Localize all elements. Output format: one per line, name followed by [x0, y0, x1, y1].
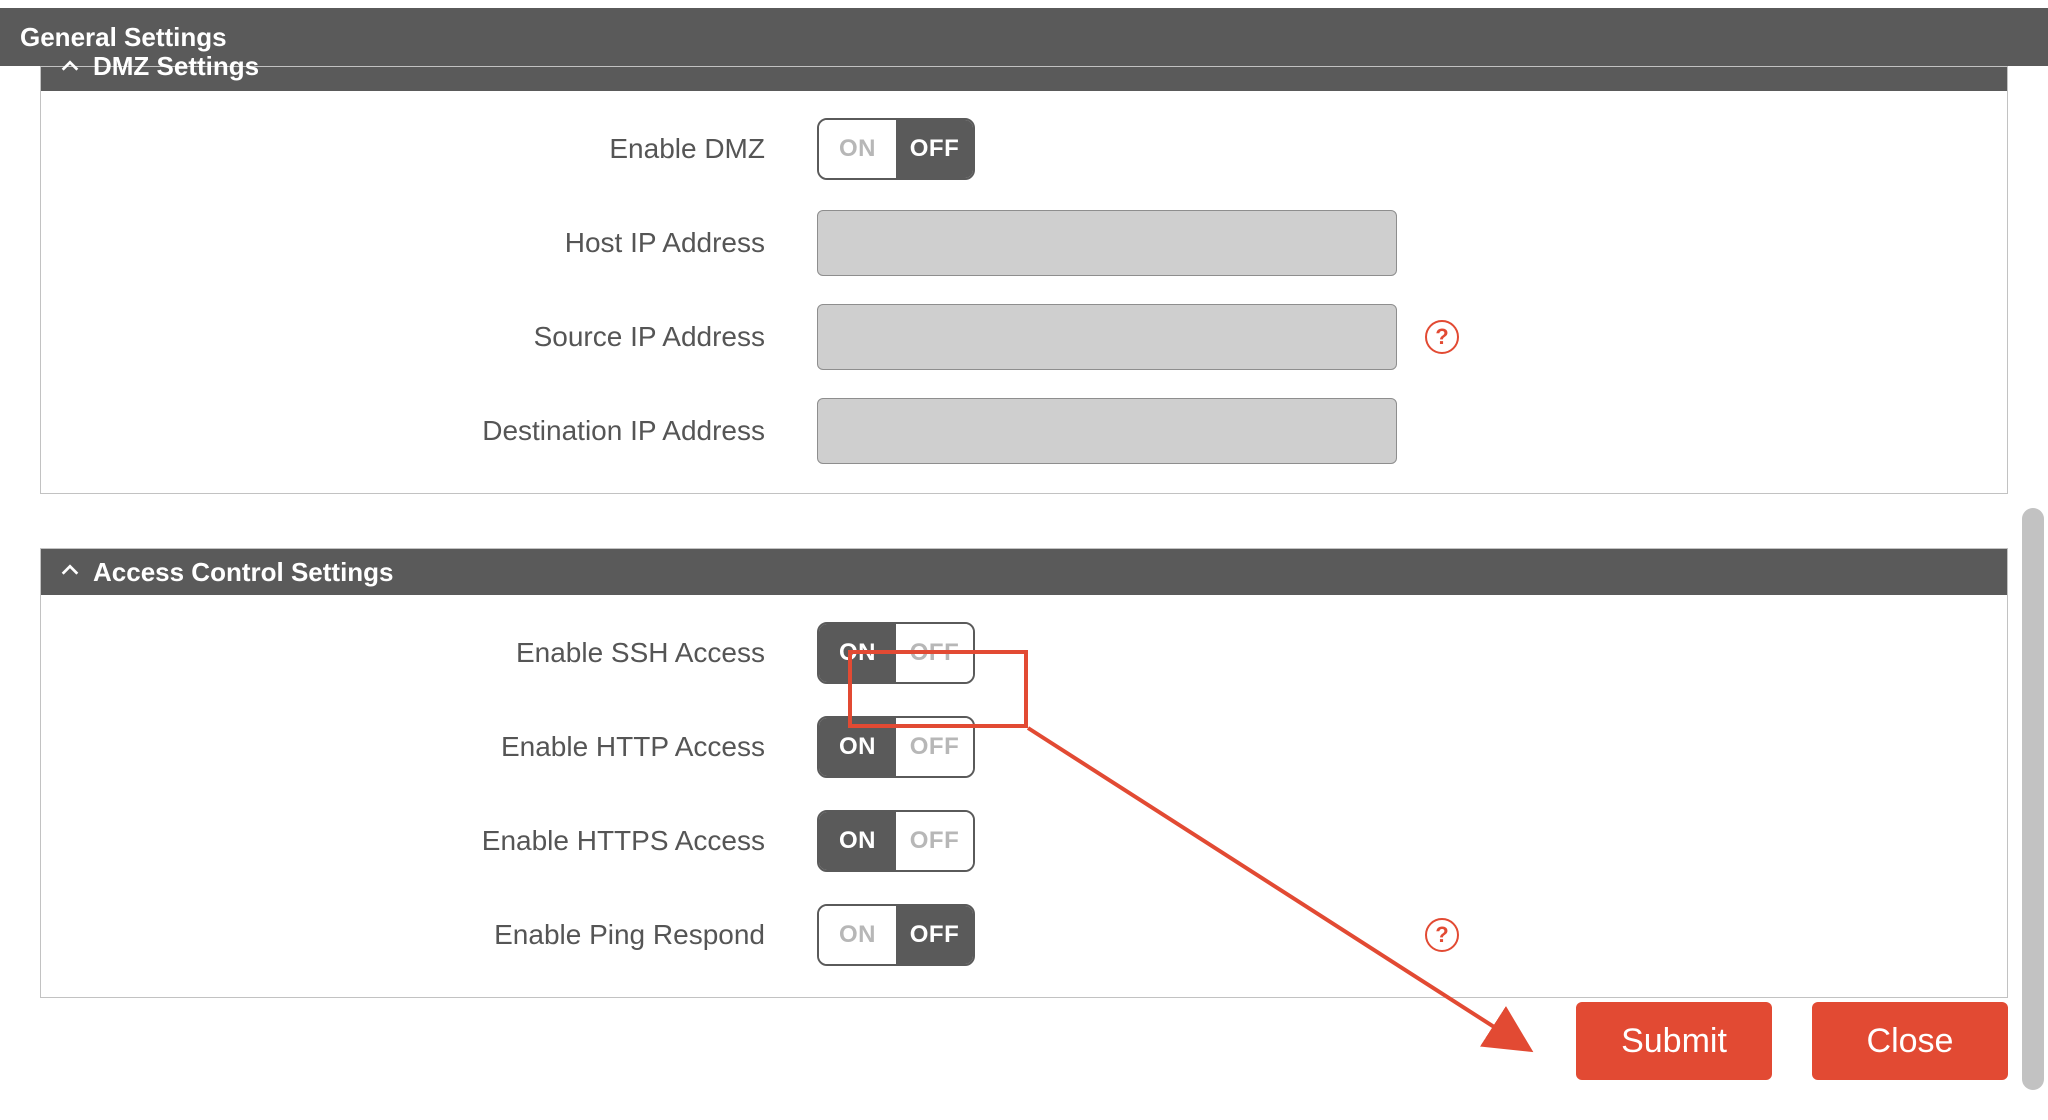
enable-https-label: Enable HTTPS Access	[77, 825, 817, 857]
destination-ip-label: Destination IP Address	[77, 415, 817, 447]
toggle-on-label: ON	[819, 624, 896, 682]
enable-ping-label: Enable Ping Respond	[77, 919, 817, 951]
footer-buttons: Submit Close	[1576, 1002, 2008, 1080]
toggle-off-label: OFF	[896, 718, 973, 776]
access-control-panel-title: Access Control Settings	[93, 557, 394, 588]
scrollbar-thumb[interactable]	[2022, 508, 2044, 1090]
submit-button[interactable]: Submit	[1576, 1002, 1772, 1080]
toggle-off-label: OFF	[896, 812, 973, 870]
access-control-panel: Access Control Settings Enable SSH Acces…	[40, 548, 2008, 998]
dmz-panel-header[interactable]: DMZ Settings	[41, 67, 2007, 91]
enable-dmz-label: Enable DMZ	[77, 133, 817, 165]
page-title: General Settings	[20, 22, 227, 53]
access-control-panel-header[interactable]: Access Control Settings	[41, 549, 2007, 595]
help-icon[interactable]: ?	[1425, 320, 1459, 354]
enable-http-label: Enable HTTP Access	[77, 731, 817, 763]
toggle-off-label: OFF	[896, 624, 973, 682]
enable-ping-toggle[interactable]: ON OFF	[817, 904, 975, 966]
enable-dmz-toggle[interactable]: ON OFF	[817, 118, 975, 180]
toggle-off-label: OFF	[896, 120, 973, 178]
toggle-on-label: ON	[819, 906, 896, 964]
toggle-on-label: ON	[819, 812, 896, 870]
source-ip-label: Source IP Address	[77, 321, 817, 353]
dmz-panel: DMZ Settings Enable DMZ ON OFF Host IP A…	[40, 66, 2008, 494]
toggle-on-label: ON	[819, 120, 896, 178]
chevron-up-icon	[59, 561, 81, 583]
toggle-on-label: ON	[819, 718, 896, 776]
dmz-panel-title: DMZ Settings	[93, 51, 259, 82]
enable-https-toggle[interactable]: ON OFF	[817, 810, 975, 872]
source-ip-input	[817, 304, 1397, 370]
enable-ssh-toggle[interactable]: ON OFF	[817, 622, 975, 684]
host-ip-input	[817, 210, 1397, 276]
help-icon[interactable]: ?	[1425, 918, 1459, 952]
host-ip-label: Host IP Address	[77, 227, 817, 259]
page-title-bar: General Settings	[0, 8, 2048, 66]
close-button[interactable]: Close	[1812, 1002, 2008, 1080]
destination-ip-input	[817, 398, 1397, 464]
enable-http-toggle[interactable]: ON OFF	[817, 716, 975, 778]
chevron-up-icon	[59, 57, 81, 79]
enable-ssh-label: Enable SSH Access	[77, 637, 817, 669]
toggle-off-label: OFF	[896, 906, 973, 964]
